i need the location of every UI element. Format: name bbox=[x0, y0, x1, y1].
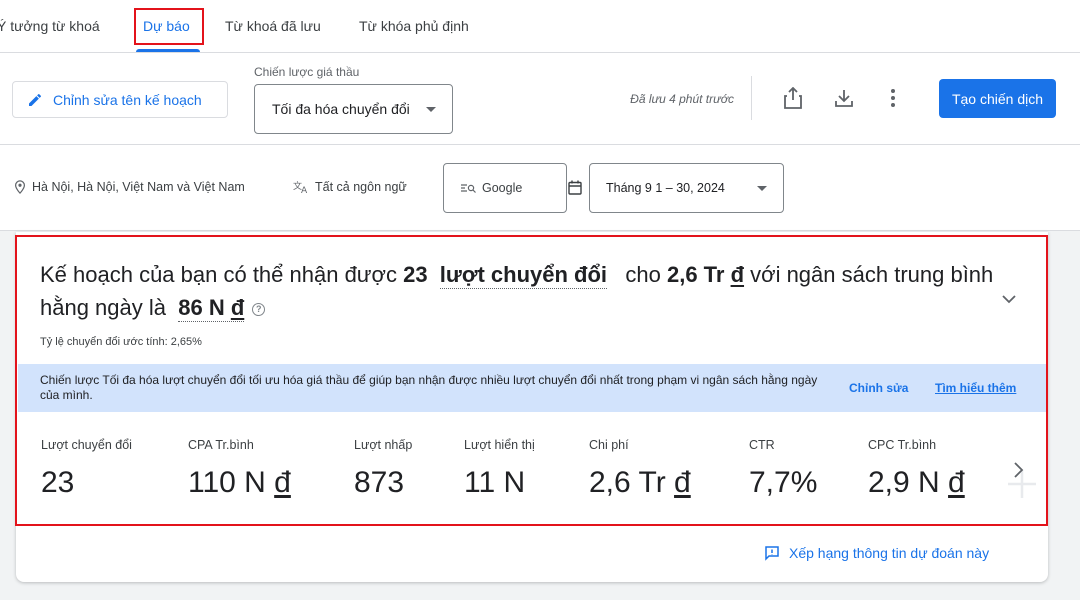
metric-label: CTR bbox=[749, 438, 775, 452]
tab-bar: Ý tưởng từ khoá Dự báo Từ khoá đã lưu Từ… bbox=[0, 0, 1080, 53]
metric-value: 23 bbox=[41, 466, 75, 499]
metric-avg-cpa: CPA Tr.bình 110 N đ bbox=[188, 438, 291, 500]
metric-conversions: Lượt chuyển đổi 23 bbox=[41, 438, 132, 500]
metric-label: CPC Tr.bình bbox=[868, 438, 937, 452]
download-button[interactable] bbox=[832, 86, 856, 110]
metric-label: Lượt hiển thị bbox=[464, 438, 535, 452]
saved-status: Đã lưu 4 phút trước bbox=[630, 92, 734, 106]
conversions-count: 23 bbox=[403, 262, 428, 287]
bid-strategy-label: Chiến lược giá thầu bbox=[254, 65, 360, 79]
network-value: Google bbox=[482, 181, 523, 195]
tab-saved-keywords[interactable]: Từ khoá đã lưu bbox=[225, 18, 321, 34]
info-banner-text: Chiến lược Tối đa hóa lượt chuyển đổi tố… bbox=[40, 373, 818, 402]
bid-strategy-value: Tối đa hóa chuyển đổi bbox=[272, 101, 410, 117]
location-pin-icon bbox=[15, 180, 25, 194]
metric-value: 110 N đ bbox=[188, 466, 291, 499]
download-icon bbox=[835, 90, 853, 107]
calendar-icon bbox=[568, 180, 582, 195]
active-tab-indicator bbox=[136, 49, 200, 52]
targeting-filters: Hà Nội, Hà Nội, Việt Nam và Việt Nam 文A … bbox=[0, 145, 1080, 231]
dropdown-caret-icon bbox=[757, 186, 767, 191]
svg-text:A: A bbox=[301, 186, 308, 194]
metric-cost: Chi phí 2,6 Tr đ bbox=[589, 438, 691, 500]
toolbar-divider bbox=[751, 76, 752, 120]
conversions-metric-select[interactable]: lượt chuyển đổi bbox=[439, 262, 608, 289]
chevron-right-icon[interactable] bbox=[1010, 460, 1026, 480]
network-select[interactable]: Google bbox=[443, 163, 567, 213]
help-icon[interactable]: ? bbox=[252, 303, 266, 316]
bid-strategy-info-banner: Chiến lược Tối đa hóa lượt chuyển đổi tố… bbox=[18, 364, 1046, 412]
metric-avg-cpc: CPC Tr.bình 2,9 N đ bbox=[868, 438, 965, 500]
create-campaign-button[interactable]: Tạo chiến dịch bbox=[939, 79, 1056, 118]
bid-strategy-select[interactable]: Tối đa hóa chuyển đổi bbox=[254, 84, 453, 134]
metric-value: 2,6 Tr đ bbox=[589, 466, 691, 499]
share-icon bbox=[784, 87, 802, 109]
metric-ctr: CTR 7,7% bbox=[749, 438, 817, 500]
tab-forecast[interactable]: Dự báo bbox=[143, 18, 190, 34]
translate-icon: 文A bbox=[293, 180, 308, 194]
cost-value: 2,6 Tr đ bbox=[666, 262, 745, 287]
tab-negative-keywords[interactable]: Từ khóa phủ định bbox=[359, 18, 469, 34]
rate-forecast-label: Xếp hạng thông tin dự đoán này bbox=[789, 545, 990, 561]
more-vert-icon bbox=[891, 89, 895, 107]
more-options-button[interactable] bbox=[881, 86, 905, 110]
metric-label: CPA Tr.bình bbox=[188, 438, 254, 452]
date-range-select[interactable]: Tháng 9 1 – 30, 2024 bbox=[589, 163, 784, 213]
feedback-icon bbox=[765, 546, 779, 561]
forecast-summary: Kế hoạch của bạn có thể nhận được 23 lượ… bbox=[40, 258, 1000, 324]
tab-keyword-ideas[interactable]: Ý tưởng từ khoá bbox=[0, 18, 100, 34]
search-network-icon bbox=[461, 184, 476, 193]
edit-plan-name-label: Chỉnh sửa tên kế hoạch bbox=[53, 91, 202, 108]
share-button[interactable] bbox=[781, 86, 805, 110]
daily-budget-value[interactable]: 86 N đ bbox=[178, 295, 245, 322]
plan-toolbar: Chỉnh sửa tên kế hoạch Chiến lược giá th… bbox=[0, 53, 1080, 145]
language-filter[interactable]: 文A Tất cả ngôn ngữ bbox=[293, 180, 407, 194]
metric-clicks: Lượt nhấp 873 bbox=[354, 438, 412, 500]
rate-forecast-link[interactable]: Xếp hạng thông tin dự đoán này bbox=[764, 545, 989, 561]
chevron-down-icon[interactable] bbox=[1000, 290, 1018, 308]
metric-label: Chi phí bbox=[589, 438, 629, 452]
metric-label: Lượt chuyển đổi bbox=[41, 438, 132, 452]
metric-value: 11 N bbox=[464, 466, 526, 499]
metric-value: 2,9 N đ bbox=[868, 466, 965, 499]
location-filter[interactable]: Hà Nội, Hà Nội, Việt Nam và Việt Nam bbox=[14, 180, 245, 194]
metric-label: Lượt nhấp bbox=[354, 438, 413, 452]
pencil-icon bbox=[29, 93, 42, 106]
metric-impressions: Lượt hiển thị 11 N bbox=[464, 438, 535, 500]
summary-text: Kế hoạch của bạn có thể nhận được bbox=[40, 262, 404, 287]
edit-strategy-link[interactable]: Chỉnh sửa bbox=[849, 381, 908, 395]
location-value: Hà Nội, Hà Nội, Việt Nam và Việt Nam bbox=[32, 180, 245, 194]
learn-more-link[interactable]: Tìm hiểu thêm bbox=[935, 381, 1016, 395]
language-value: Tất cả ngôn ngữ bbox=[315, 180, 407, 194]
metric-value: 7,7% bbox=[749, 466, 818, 499]
conversion-rate: Tỷ lệ chuyển đổi ước tính: 2,65% bbox=[40, 336, 202, 348]
edit-plan-name-button[interactable]: Chỉnh sửa tên kế hoạch bbox=[12, 81, 228, 118]
date-range-value: Tháng 9 1 – 30, 2024 bbox=[606, 181, 725, 195]
metric-value: 873 bbox=[354, 466, 405, 499]
dropdown-caret-icon bbox=[426, 107, 436, 112]
summary-text: cho bbox=[625, 262, 667, 287]
